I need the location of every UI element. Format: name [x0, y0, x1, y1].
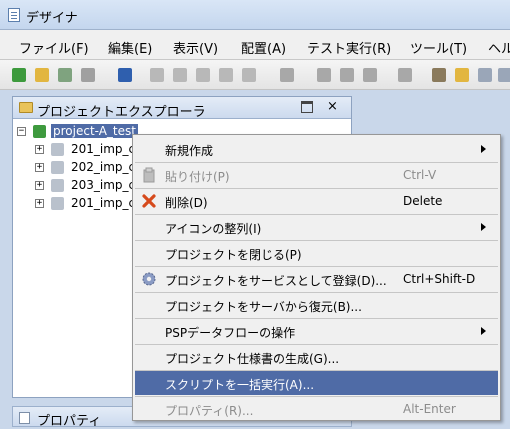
- tree-root-label[interactable]: project-A_test: [51, 124, 138, 138]
- menu-item-label: PSPデータフローの操作: [165, 326, 296, 340]
- copy-icon[interactable]: [219, 68, 233, 82]
- menu-item-new[interactable]: 新規作成: [135, 137, 498, 161]
- tree-item-label[interactable]: 201_imp_c: [71, 196, 135, 210]
- collapse-icon[interactable]: −: [17, 127, 26, 136]
- submenu-arrow-icon: [481, 223, 486, 231]
- menu-item-label: プロジェクトをサーバから復元(B)...: [165, 300, 362, 314]
- menu-item-label: プロジェクトをサービスとして登録(D)...: [165, 274, 387, 288]
- new-project-icon[interactable]: [12, 68, 26, 82]
- menu-item-label: プロジェクト仕様書の生成(G)...: [165, 352, 340, 366]
- menu-item-psp-dataflow[interactable]: PSPデータフローの操作: [135, 319, 498, 343]
- menu-item-generate-spec[interactable]: プロジェクト仕様書の生成(G)...: [135, 345, 498, 369]
- expand-icon[interactable]: +: [35, 199, 44, 208]
- menu-edit[interactable]: 編集(E): [108, 38, 152, 57]
- search-icon[interactable]: [280, 68, 294, 82]
- menu-bar: ファイル(F) 編集(E) 表示(V) 配置(A) テスト実行(R) ツール(T…: [0, 30, 510, 60]
- project-explorer-header: プロジェクトエクスプローラ ×: [13, 97, 351, 120]
- title-bar: デザイナ: [0, 0, 510, 30]
- menu-file[interactable]: ファイル(F): [19, 38, 89, 57]
- menu-help[interactable]: ヘル: [488, 38, 510, 57]
- restore-icon[interactable]: [301, 101, 313, 113]
- menu-item-label: アイコンの整列(I): [165, 222, 262, 236]
- window-title: デザイナ: [26, 11, 78, 26]
- properties-icon: [19, 412, 30, 424]
- menu-item-close-project[interactable]: プロジェクトを閉じる(P): [135, 241, 498, 265]
- menu-item-arrange-icons[interactable]: アイコンの整列(I): [135, 215, 498, 239]
- menu-item-properties[interactable]: プロパティ(R)... Alt-Enter: [135, 397, 498, 418]
- list-icon[interactable]: [498, 68, 510, 82]
- menu-item-shortcut: Delete: [403, 194, 443, 208]
- menu-view[interactable]: 表示(V): [173, 38, 218, 57]
- menu-item-register-service[interactable]: プロジェクトをサービスとして登録(D)... Ctrl+Shift-D: [135, 267, 498, 291]
- menu-item-run-scripts[interactable]: スクリプトを一括実行(A)...: [135, 371, 498, 395]
- menu-item-label: 貼り付け(P): [165, 170, 230, 184]
- menu-item-label: プロジェクトを閉じる(P): [165, 248, 302, 262]
- document-icon: [8, 8, 20, 22]
- menu-item-shortcut: Ctrl+Shift-D: [403, 272, 476, 286]
- menu-item-delete[interactable]: 削除(D) Delete: [135, 189, 498, 213]
- window-icon[interactable]: [398, 68, 412, 82]
- stop-icon[interactable]: [363, 68, 377, 82]
- run-icon[interactable]: [340, 68, 354, 82]
- save-icon[interactable]: [118, 68, 132, 82]
- project-explorer-title: プロジェクトエクスプローラ: [37, 105, 206, 120]
- menu-item-shortcut: Alt-Enter: [403, 402, 456, 416]
- gear-icon: [141, 271, 157, 287]
- document-icon[interactable]: [478, 68, 492, 82]
- expand-icon[interactable]: +: [35, 163, 44, 172]
- service-icon: [51, 179, 64, 192]
- folder-icon: [19, 102, 33, 113]
- tree-item-label[interactable]: 202_imp_c: [71, 160, 135, 174]
- menu-item-label: プロパティ(R)...: [165, 404, 254, 418]
- cut-icon[interactable]: [196, 68, 210, 82]
- expand-icon[interactable]: +: [35, 181, 44, 190]
- debug-icon[interactable]: [317, 68, 331, 82]
- tree-item-label[interactable]: 203_imp_c: [71, 178, 135, 192]
- menu-item-paste[interactable]: 貼り付け(P) Ctrl-V: [135, 163, 498, 187]
- menu-item-shortcut: Ctrl-V: [403, 168, 437, 182]
- menu-test-run[interactable]: テスト実行(R): [307, 38, 391, 57]
- tool-icon[interactable]: [81, 68, 95, 82]
- menu-item-restore-from-server[interactable]: プロジェクトをサーバから復元(B)...: [135, 293, 498, 317]
- delete-icon: [141, 193, 157, 209]
- service-icon: [51, 197, 64, 210]
- redo-icon[interactable]: [173, 68, 187, 82]
- submenu-arrow-icon: [481, 327, 486, 335]
- service-icon: [51, 161, 64, 174]
- undo-icon[interactable]: [150, 68, 164, 82]
- expand-icon[interactable]: +: [35, 145, 44, 154]
- wrench-icon[interactable]: [432, 68, 446, 82]
- new-service-icon[interactable]: [58, 68, 72, 82]
- menu-item-label: 新規作成: [165, 144, 214, 158]
- menu-arrange[interactable]: 配置(A): [241, 38, 286, 57]
- service-icon: [51, 143, 64, 156]
- project-icon: [33, 125, 46, 138]
- paste-icon: [141, 167, 157, 183]
- open-icon[interactable]: [35, 68, 49, 82]
- menu-item-label: スクリプトを一括実行(A)...: [165, 378, 315, 392]
- close-icon[interactable]: ×: [327, 99, 338, 115]
- submenu-arrow-icon: [481, 145, 486, 153]
- tree-item-label[interactable]: 201_imp_c: [71, 142, 135, 156]
- menu-item-label: 削除(D): [165, 196, 208, 210]
- context-menu: 新規作成 貼り付け(P) Ctrl-V 削除(D) Delete アイコンの整列…: [132, 134, 501, 421]
- properties-title: プロパティ: [37, 414, 102, 429]
- toolbar: [0, 60, 510, 90]
- paste-icon[interactable]: [242, 68, 256, 82]
- folder-icon[interactable]: [455, 68, 469, 82]
- menu-tools[interactable]: ツール(T): [410, 38, 467, 57]
